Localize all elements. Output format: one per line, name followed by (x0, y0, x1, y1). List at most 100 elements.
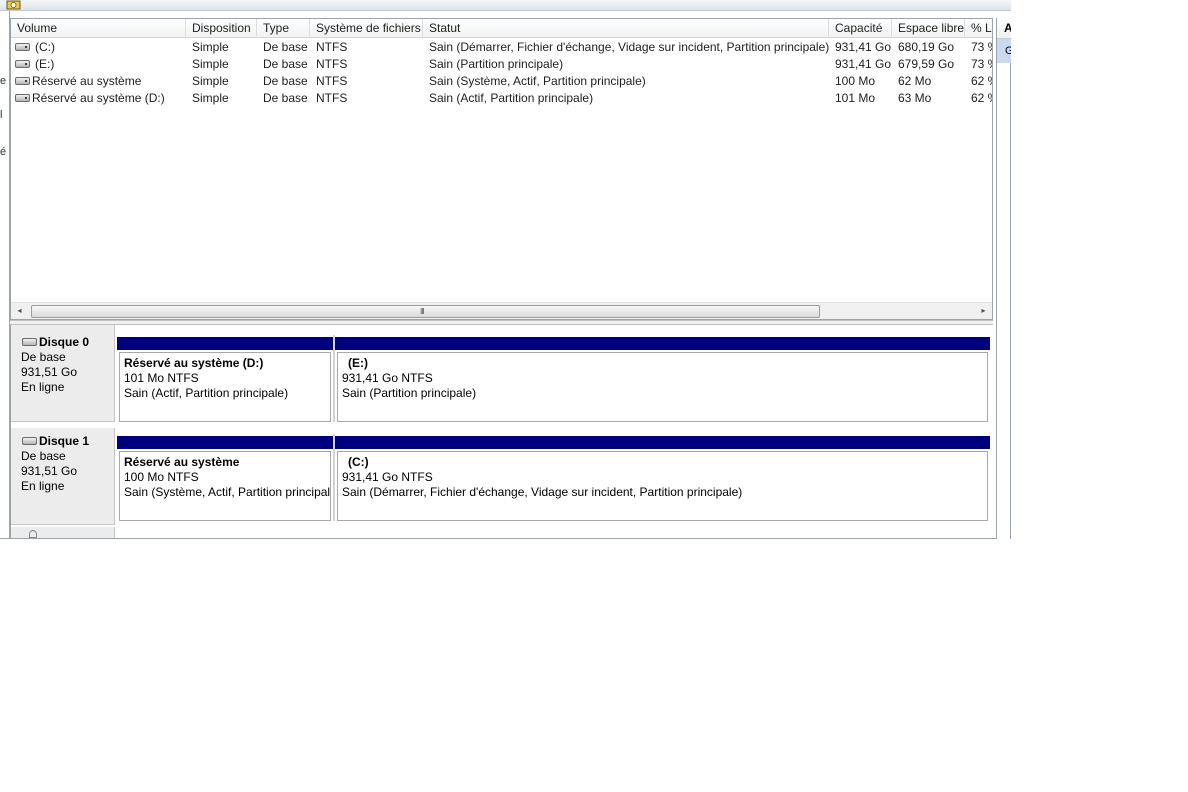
column-header-free-space[interactable]: Espace libre (892, 19, 965, 38)
partition-bar (335, 337, 990, 350)
disk-icon (22, 437, 37, 445)
cell-free-space: 679,59 Go (898, 57, 955, 71)
disk-name-line: Disque 1 (21, 434, 114, 449)
cell-type: De base (263, 74, 308, 88)
table-row[interactable]: (C:) Simple De base NTFS Sain (Démarrer,… (11, 39, 992, 56)
partition-block[interactable]: (C:) 931,41 Go NTFS Sain (Démarrer, Fich… (335, 434, 990, 521)
cell-status: Sain (Démarrer, Fichier d'échange, Vidag… (429, 40, 829, 54)
disk-name: Disque 1 (39, 434, 90, 448)
cell-free-percent: 73 % (971, 57, 992, 71)
disk-kind: De base (21, 350, 66, 364)
partition-block[interactable]: Réservé au système 100 Mo NTFS Sain (Sys… (117, 434, 333, 521)
column-header-status[interactable]: Statut (423, 19, 829, 38)
scrollbar-thumb[interactable]: III (31, 305, 820, 318)
partition-size: 100 Mo NTFS (124, 470, 199, 484)
partition-info: (E:) 931,41 Go NTFS Sain (Partition prin… (337, 352, 988, 422)
column-header-type[interactable]: Type (257, 19, 310, 38)
volume-list-header: Volume Disposition Type Système de fichi… (11, 19, 992, 38)
disk-icon (22, 338, 37, 346)
window-bottom-edge (0, 538, 998, 539)
partition-title: Réservé au système (D:) (124, 356, 264, 370)
table-row[interactable]: Réservé au système (D:) Simple De base N… (11, 90, 992, 107)
horizontal-scrollbar[interactable]: ◂ III ▸ (11, 302, 992, 319)
partition-bar (335, 436, 990, 449)
cell-disposition: Simple (192, 91, 229, 105)
truncated-nav-text: l (0, 109, 3, 121)
disk-state: En ligne (21, 380, 65, 394)
partition-title: (E:) (348, 356, 368, 370)
cell-free-space: 62 Mo (898, 74, 932, 88)
partition-size: 101 Mo NTFS (124, 371, 199, 385)
cdrom-icon (29, 530, 37, 538)
column-header-capacity[interactable]: Capacité (829, 19, 892, 38)
partition-title: Réservé au système (124, 455, 240, 469)
drive-icon (15, 43, 30, 51)
partition-bar (117, 337, 333, 350)
cell-filesystem: NTFS (316, 91, 348, 105)
cell-type: De base (263, 40, 308, 54)
cell-volume: Réservé au système (32, 74, 142, 88)
disk-kind: De base (21, 449, 66, 463)
cell-status: Sain (Système, Actif, Partition principa… (429, 74, 646, 88)
cell-disposition: Simple (192, 40, 229, 54)
partition-info: Réservé au système 100 Mo NTFS Sain (Sys… (119, 451, 331, 521)
disk-label[interactable]: Disque 0 De base 931,51 Go En ligne (11, 325, 115, 422)
partition-block[interactable]: (E:) 931,41 Go NTFS Sain (Partition prin… (335, 335, 990, 422)
partition-size: 931,41 Go NTFS (342, 371, 433, 385)
actions-panel-item[interactable]: G (997, 39, 1011, 63)
partition-status: Sain (Système, Actif, Partition principa… (124, 485, 331, 499)
scroll-left-arrow-icon[interactable]: ◂ (11, 303, 28, 320)
partition-status: Sain (Actif, Partition principale) (124, 386, 289, 400)
cell-free-space: 63 Mo (898, 91, 932, 105)
column-header-disposition[interactable]: Disposition (186, 19, 257, 38)
scrollbar-grip-icon: III (420, 307, 425, 316)
disk-row: Disque 1 De base 931,51 Go En ligne Rése… (11, 428, 994, 525)
cell-filesystem: NTFS (316, 74, 348, 88)
navigation-pane-edge: e l é (0, 11, 10, 539)
cell-volume: (C:) (35, 40, 55, 54)
cell-type: De base (263, 57, 308, 71)
cell-free-space: 680,19 Go (898, 40, 955, 54)
cell-type: De base (263, 91, 308, 105)
actions-panel-header: A (997, 18, 1011, 39)
disk-management-app-icon (6, 0, 21, 10)
partition-status: Sain (Partition principale) (342, 386, 477, 400)
column-header-volume[interactable]: Volume (11, 19, 186, 38)
disk-graphical-view: Disque 0 De base 931,51 Go En ligne Rése… (10, 325, 993, 539)
cell-filesystem: NTFS (316, 40, 348, 54)
cell-volume: (E:) (35, 57, 55, 71)
partition-title: (C:) (348, 455, 369, 469)
drive-icon (15, 77, 30, 85)
cell-status: Sain (Actif, Partition principale) (429, 91, 594, 105)
cell-volume: Réservé au système (D:) (32, 91, 165, 105)
partition-bar (117, 436, 333, 449)
partition-info: (C:) 931,41 Go NTFS Sain (Démarrer, Fich… (337, 451, 988, 521)
disk-size: 931,51 Go (21, 464, 78, 478)
column-header-free-percent[interactable]: % L (965, 19, 992, 38)
cell-filesystem: NTFS (316, 57, 348, 71)
partition-status: Sain (Démarrer, Fichier d'échange, Vidag… (342, 485, 743, 499)
cell-capacity: 101 Mo (835, 91, 876, 105)
cell-free-percent: 62 % (971, 74, 992, 88)
drive-icon (15, 60, 30, 68)
disk-label[interactable]: Disque 1 De base 931,51 Go En ligne (11, 428, 115, 525)
cell-disposition: Simple (192, 57, 229, 71)
window-top-strip (0, 0, 1011, 11)
cell-disposition: Simple (192, 74, 229, 88)
scroll-right-arrow-icon[interactable]: ▸ (975, 303, 992, 320)
table-row[interactable]: (E:) Simple De base NTFS Sain (Partition… (11, 56, 992, 73)
cell-status: Sain (Partition principale) (429, 57, 564, 71)
table-row[interactable]: Réservé au système Simple De base NTFS S… (11, 73, 992, 90)
truncated-nav-text: é (0, 146, 7, 158)
volume-list[interactable]: Volume Disposition Type Système de fichi… (10, 18, 993, 320)
disk-name: Disque 0 (39, 335, 90, 349)
partition-block[interactable]: Réservé au système (D:) 101 Mo NTFS Sain… (117, 335, 333, 422)
disk-row: Disque 0 De base 931,51 Go En ligne Rése… (11, 325, 994, 422)
disk-size: 931,51 Go (21, 365, 78, 379)
cell-capacity: 931,41 Go (835, 57, 892, 71)
column-header-filesystem[interactable]: Système de fichiers (310, 19, 423, 38)
actions-panel: A G (996, 18, 1011, 539)
cell-free-percent: 73 % (971, 40, 992, 54)
disk-name-line: Disque 0 (21, 335, 114, 350)
cell-capacity: 931,41 Go (835, 40, 892, 54)
